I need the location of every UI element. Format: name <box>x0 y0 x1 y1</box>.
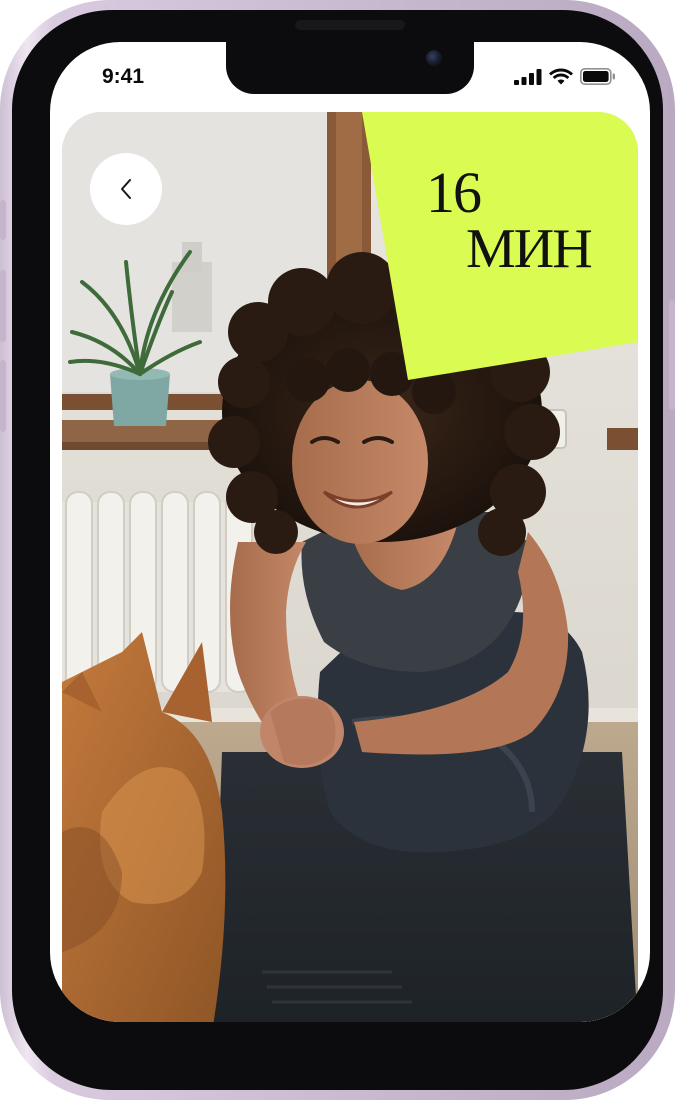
battery-icon <box>580 68 615 85</box>
phone-frame: 9:41 16 МИН <box>0 0 675 1100</box>
duration-value: 16 <box>426 160 482 225</box>
back-button[interactable] <box>90 153 162 225</box>
duration-unit: МИН <box>466 218 593 280</box>
chevron-left-icon <box>121 179 131 199</box>
workout-photo-card[interactable]: 16 МИН <box>62 112 638 1022</box>
power-button <box>669 300 675 410</box>
duration-badge: 16 МИН <box>422 160 632 280</box>
volume-down-button <box>0 360 6 432</box>
wifi-icon <box>549 68 573 85</box>
earpiece-speaker <box>295 20 405 30</box>
volume-up-button <box>0 270 6 342</box>
front-camera <box>426 50 442 66</box>
dynamic-island <box>226 42 474 94</box>
status-icons <box>514 68 616 85</box>
mute-switch <box>0 200 6 240</box>
cellular-signal-icon <box>514 69 542 85</box>
screen: 9:41 16 МИН <box>50 42 650 1022</box>
phone-bezel: 9:41 16 МИН <box>12 10 663 1090</box>
status-time: 9:41 <box>102 65 145 88</box>
